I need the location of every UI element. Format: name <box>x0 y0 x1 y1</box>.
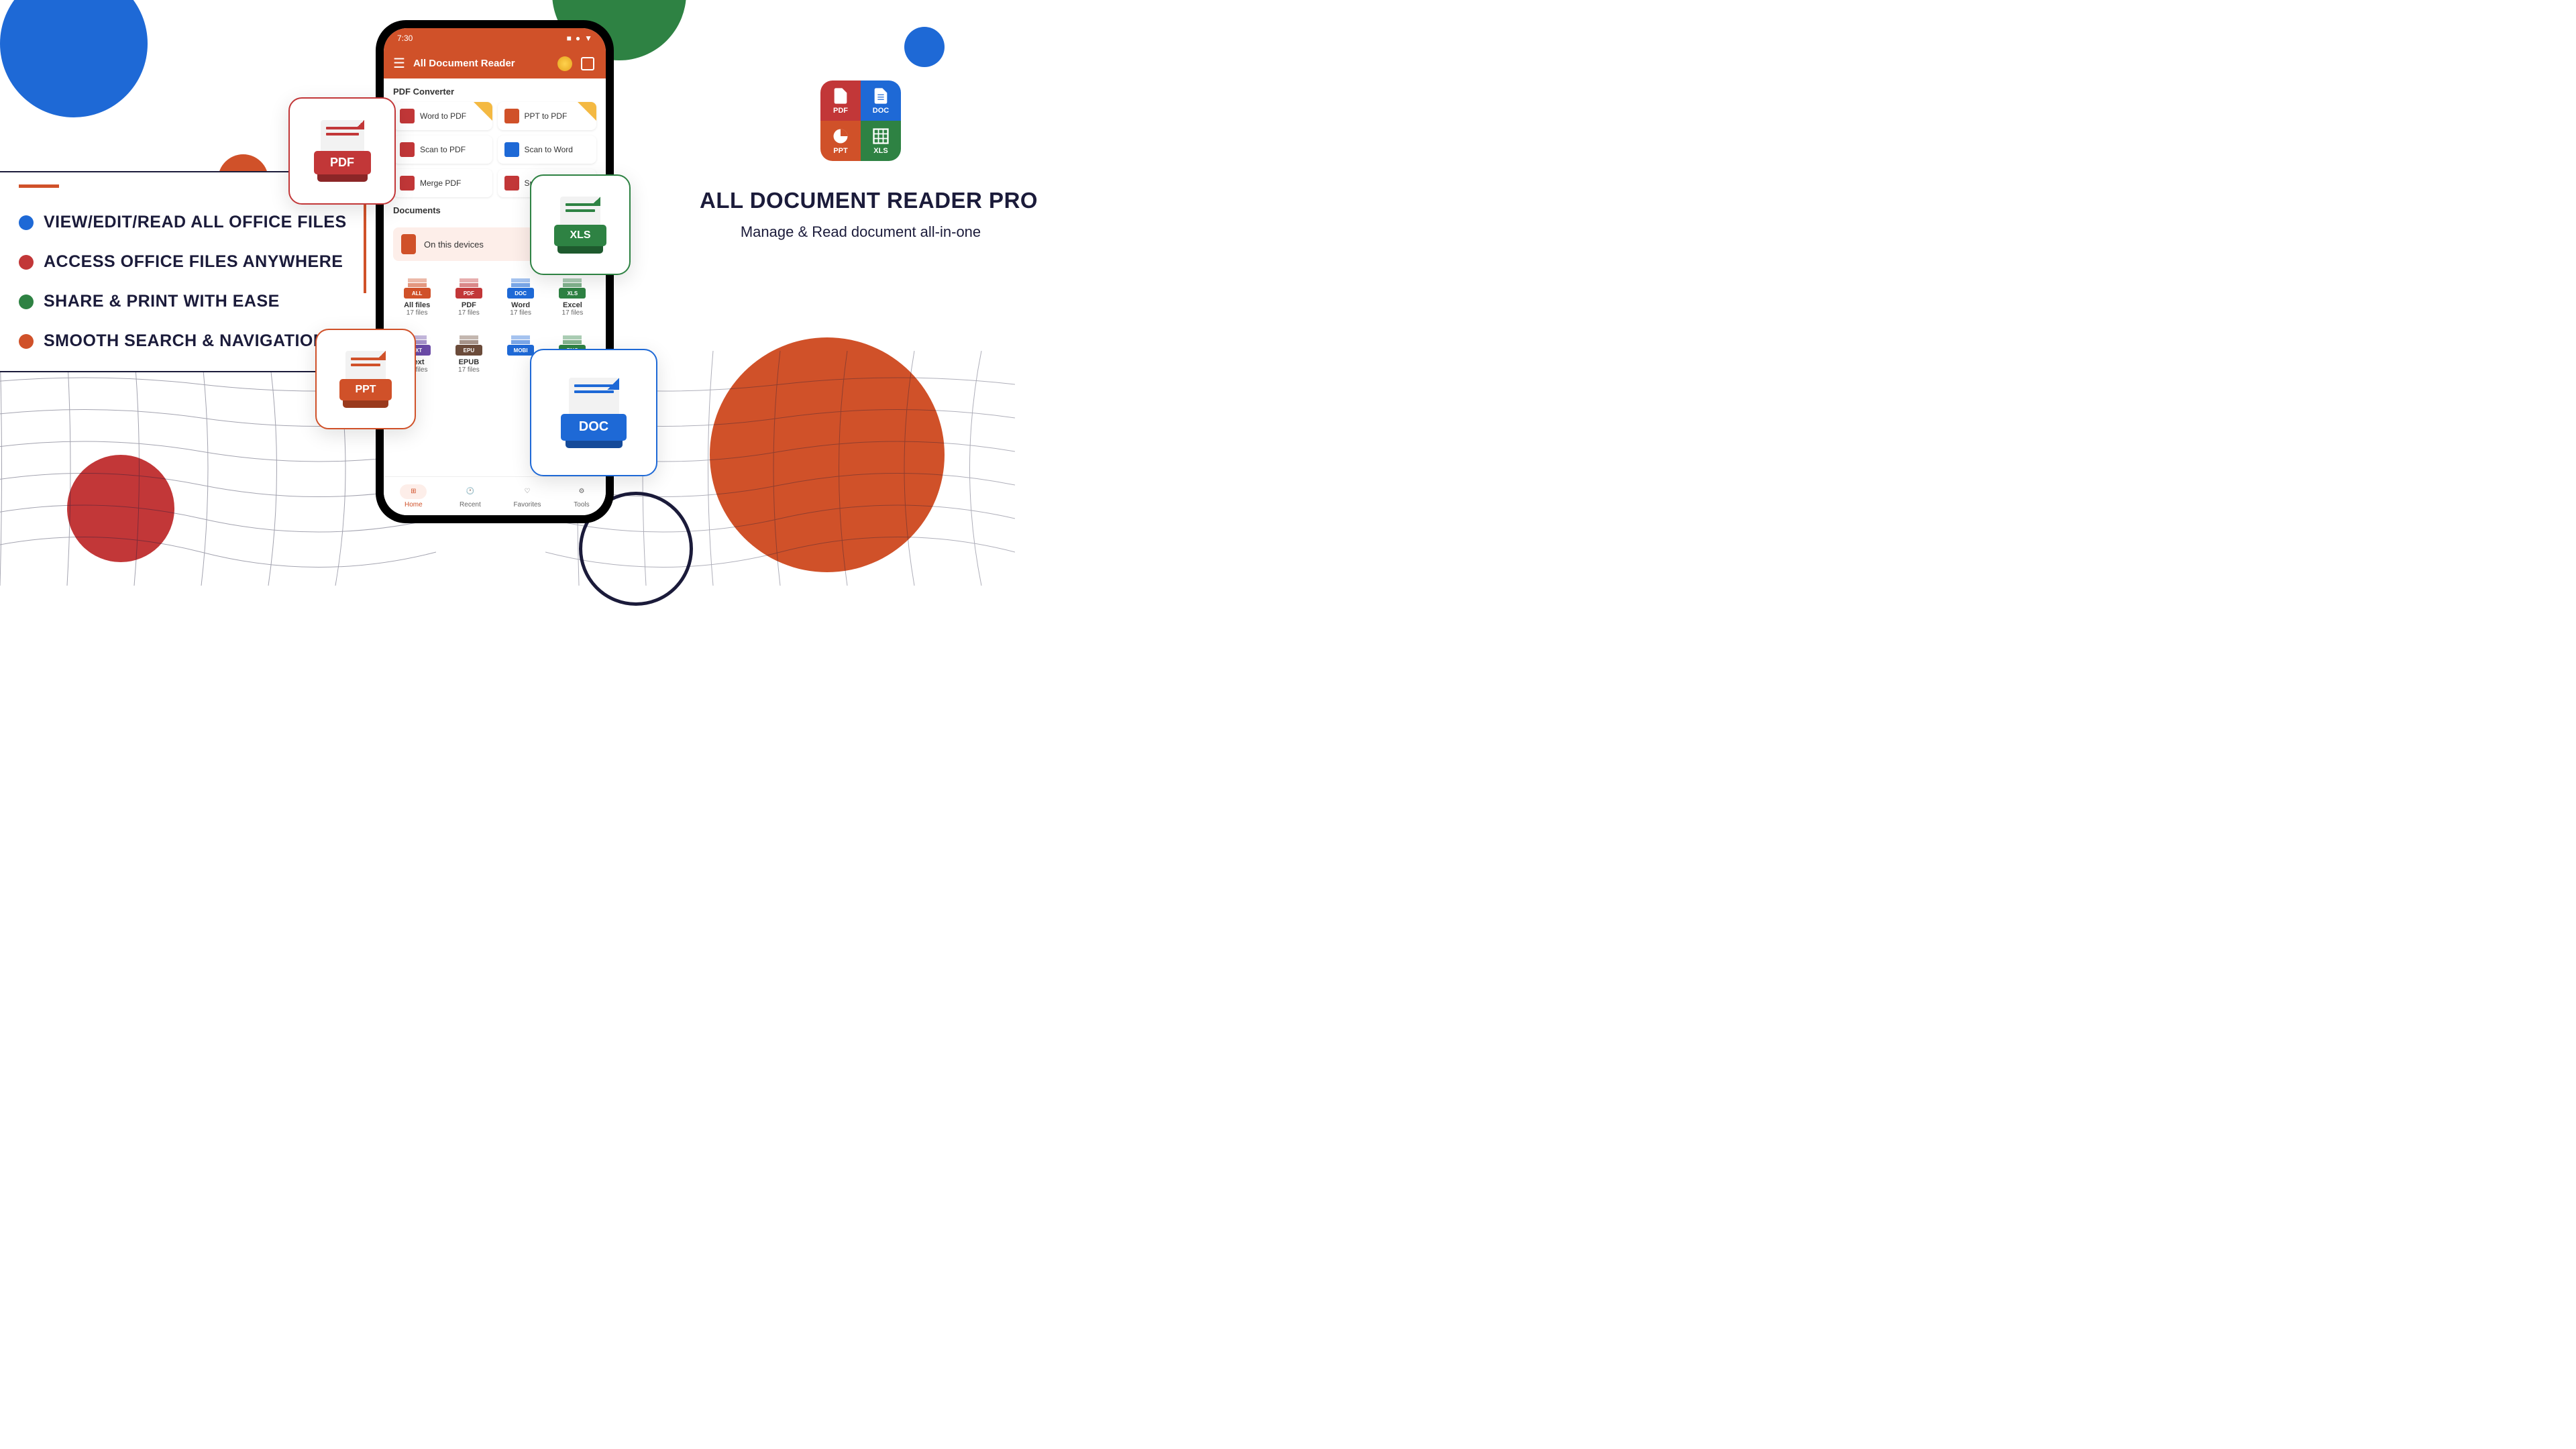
premium-badge <box>474 102 492 121</box>
right-panel: PDF DOC PPT XLS ALL DOCUMENT READER PRO … <box>753 80 968 241</box>
feature-item: ACCESS OFFICE FILES ANYWHERE <box>19 252 349 272</box>
doc-type-icon: EPU <box>455 329 482 356</box>
nav-label: Home <box>405 501 423 508</box>
doc-type-icon: XLS <box>559 272 586 299</box>
doc-type-name: All files <box>394 301 439 309</box>
converter-icon <box>504 176 519 191</box>
feature-item: SHARE & PRINT WITH EASE <box>19 292 349 311</box>
doc-type-name: Word <box>498 301 543 309</box>
accent-vert <box>364 199 366 293</box>
converter-icon <box>400 142 415 157</box>
doc-type-item[interactable]: EPU EPUB 17 files <box>445 325 492 378</box>
menu-icon[interactable]: ☰ <box>393 55 405 72</box>
bg-circle-blue-small <box>904 27 945 67</box>
nav-icon: ⊞ <box>400 484 427 499</box>
nav-favorites[interactable]: ♡ Favorites <box>513 484 541 508</box>
doc-type-item[interactable]: XLS Excel 17 files <box>549 268 596 321</box>
status-bar: 7:30 ■ ● ▼ <box>384 28 606 48</box>
doc-type-item[interactable]: PDF PDF 17 files <box>445 268 492 321</box>
product-subtitle: Manage & Read document all-in-one <box>700 223 1022 241</box>
doc-type-name: Excel <box>550 301 595 309</box>
converter-item[interactable]: PPT to PDF <box>498 102 597 130</box>
nav-icon: 🕐 <box>463 484 478 499</box>
float-doc-card: DOC <box>530 349 657 476</box>
app-bar: ☰ All Document Reader <box>384 48 606 78</box>
nav-icon: ♡ <box>520 484 535 499</box>
scan-icon[interactable] <box>579 55 596 72</box>
converter-label: Scan to Word <box>525 145 573 154</box>
converter-item[interactable]: Word to PDF <box>393 102 492 130</box>
nav-label: Recent <box>460 501 481 508</box>
converter-label: Scan to PDF <box>420 145 466 154</box>
converter-item[interactable]: Scan to PDF <box>393 136 492 164</box>
doc-type-item[interactable]: DOC Word 17 files <box>497 268 545 321</box>
nav-home[interactable]: ⊞ Home <box>400 484 427 508</box>
logo-xls-icon: XLS <box>861 121 901 161</box>
logo-ppt-icon: PPT <box>820 121 861 161</box>
converter-icon <box>400 109 415 123</box>
feature-text: VIEW/EDIT/READ ALL OFFICE FILES <box>44 213 347 232</box>
doc-type-icon: MOBI <box>507 329 534 356</box>
doc-type-count: 17 files <box>446 309 491 317</box>
nav-tools[interactable]: ⚙ Tools <box>574 484 589 508</box>
bullet-icon <box>19 334 34 349</box>
pdf-file-icon: PDF <box>314 120 371 182</box>
float-pdf-card: PDF <box>288 97 396 205</box>
app-bar-title: All Document Reader <box>413 58 551 69</box>
bullet-icon <box>19 255 34 270</box>
bg-circle-blue <box>0 0 148 117</box>
premium-icon[interactable] <box>556 55 574 72</box>
converter-item[interactable]: Scan to Word <box>498 136 597 164</box>
doc-type-name: PDF <box>446 301 491 309</box>
doc-type-icon: DOC <box>507 272 534 299</box>
feature-text: SHARE & PRINT WITH EASE <box>44 292 280 311</box>
location-text: On this devices <box>424 239 484 250</box>
doc-type-count: 17 files <box>498 309 543 317</box>
product-title: ALL DOCUMENT READER PRO <box>700 188 1022 213</box>
xls-file-icon: XLS <box>554 197 606 254</box>
feature-text: SMOOTH SEARCH & NAVIGATION <box>44 331 325 351</box>
battery-icon: ■ <box>567 34 572 43</box>
accent-bar <box>19 184 59 188</box>
converter-icon <box>400 176 415 191</box>
feature-item: VIEW/EDIT/READ ALL OFFICE FILES <box>19 213 349 232</box>
premium-badge <box>578 102 596 121</box>
signal-icon: ● <box>576 34 580 43</box>
wifi-icon: ▼ <box>584 34 592 43</box>
device-icon <box>401 234 416 254</box>
bottom-nav: ⊞ Home 🕐 Recent ♡ Favorites ⚙ Tools <box>384 476 606 515</box>
float-ppt-card: PPT <box>315 329 416 429</box>
section-converter-label: PDF Converter <box>384 78 606 102</box>
doc-file-icon: DOC <box>561 378 627 448</box>
doc-type-count: 17 files <box>394 309 439 317</box>
doc-type-icon: ALL <box>404 272 431 299</box>
converter-label: Merge PDF <box>420 178 461 188</box>
float-xls-card: XLS <box>530 174 631 275</box>
doc-type-name: EPUB <box>446 358 491 366</box>
doc-type-icon: PDF <box>455 272 482 299</box>
doc-type-count: 17 files <box>550 309 595 317</box>
doc-type-count: 17 files <box>446 366 491 374</box>
bullet-icon <box>19 294 34 309</box>
doc-type-item[interactable]: ALL All files 17 files <box>393 268 441 321</box>
status-time: 7:30 <box>397 34 413 43</box>
feature-item: SMOOTH SEARCH & NAVIGATION <box>19 331 349 351</box>
feature-text: ACCESS OFFICE FILES ANYWHERE <box>44 252 343 272</box>
logo-doc-icon: DOC <box>861 80 901 121</box>
bullet-icon <box>19 215 34 230</box>
status-icons: ■ ● ▼ <box>567 34 592 43</box>
nav-icon: ⚙ <box>574 484 589 499</box>
app-logo: PDF DOC PPT XLS <box>820 80 901 161</box>
ppt-file-icon: PPT <box>339 351 392 408</box>
nav-recent[interactable]: 🕐 Recent <box>460 484 481 508</box>
converter-icon <box>504 142 519 157</box>
converter-label: Word to PDF <box>420 111 466 121</box>
nav-label: Tools <box>574 501 589 508</box>
logo-pdf-icon: PDF <box>820 80 861 121</box>
converter-item[interactable]: Merge PDF <box>393 169 492 197</box>
nav-label: Favorites <box>513 501 541 508</box>
converter-icon <box>504 109 519 123</box>
converter-label: PPT to PDF <box>525 111 568 121</box>
